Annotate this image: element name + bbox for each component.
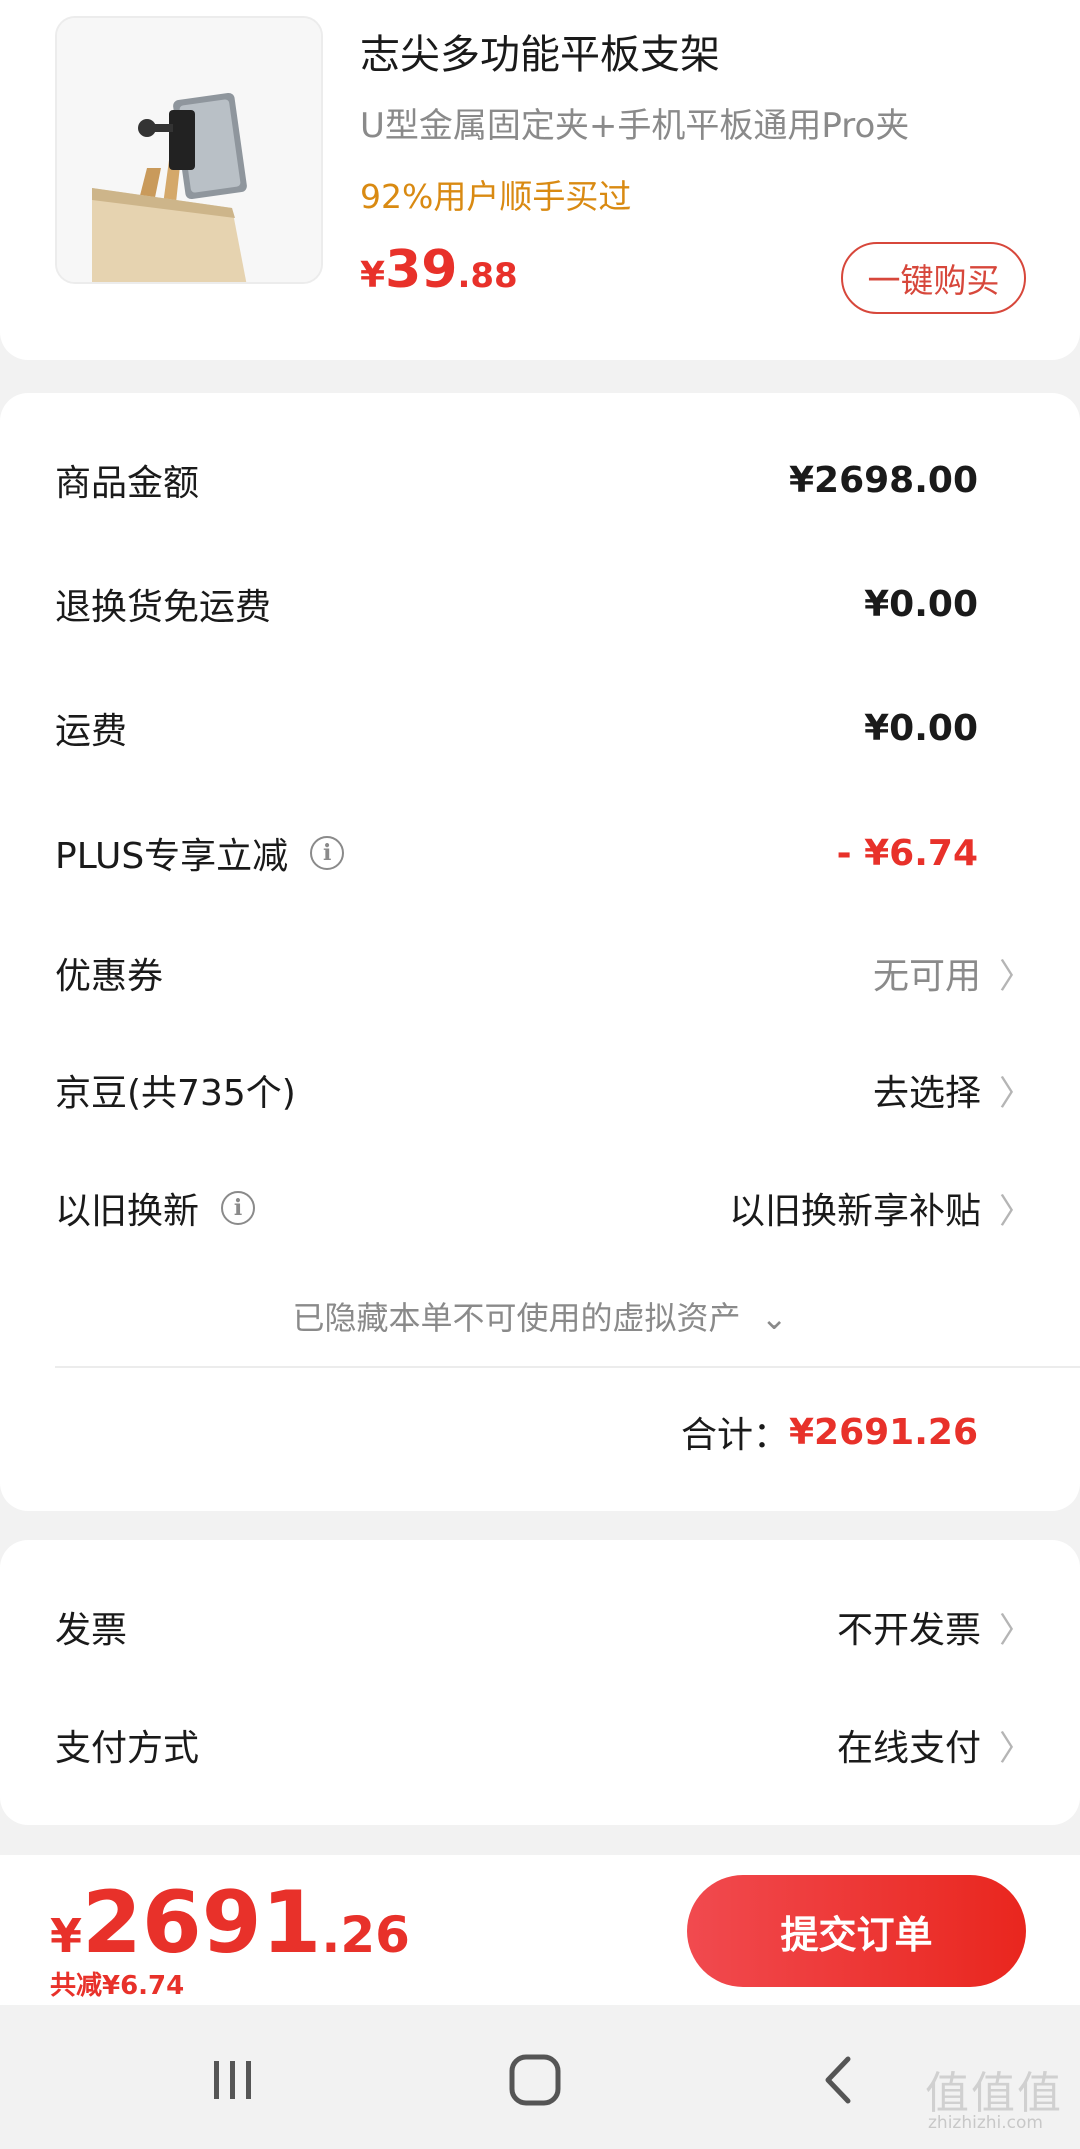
- row-label: 退换货免运费: [55, 587, 272, 628]
- row-plus-discount: PLUS专享立减 i - ¥6.74: [55, 818, 1025, 888]
- trade-in-value: 以旧换新享补贴: [728, 1191, 981, 1232]
- total-integer: 2691: [82, 1873, 322, 1973]
- price-integer: 39: [385, 240, 458, 300]
- row-shipping-fee: 运费 ¥0.00: [55, 693, 1025, 763]
- row-label: 优惠券: [55, 956, 164, 997]
- chevron-down-icon: ⌄: [760, 1299, 788, 1337]
- price-decimal: .88: [457, 256, 518, 296]
- payment-value: 在线支付: [836, 1728, 981, 1769]
- row-label: 京豆(共735个): [55, 1073, 296, 1114]
- watermark-logo: 值值值: [925, 2068, 1063, 2119]
- row-coupon[interactable]: 优惠券 无可用 〉: [55, 938, 1033, 1008]
- subtotal-label: 合计：: [680, 1415, 789, 1456]
- price-details-card: 商品金额 ¥2698.00 退换货免运费 ¥0.00 运费 ¥0.00 PLUS…: [0, 393, 1080, 1511]
- purchase-rate: 92%用户顺手买过: [360, 177, 632, 216]
- coupon-value: 无可用: [872, 956, 981, 997]
- subtotal: 合计： ¥2691.26: [681, 1406, 978, 1458]
- row-value: 去选择 〉: [872, 1064, 1033, 1116]
- system-nav-bar: 值值值 zhizhizhi.com: [0, 2005, 1080, 2149]
- product-title[interactable]: 志尖多功能平板支架: [360, 22, 720, 80]
- row-jd-beans[interactable]: 京豆(共735个) 去选择 〉: [55, 1055, 1033, 1125]
- row-return-shipping: 退换货免运费 ¥0.00: [55, 569, 1025, 639]
- row-value: 在线支付 〉: [836, 1719, 1033, 1771]
- chevron-right-icon: 〉: [999, 1610, 1033, 1651]
- submit-bar: ¥2691.26 共减¥6.74 提交订单: [0, 1855, 1080, 2005]
- home-icon[interactable]: [500, 2045, 570, 2115]
- row-label: PLUS专享立减 i: [55, 827, 345, 879]
- recent-apps-icon[interactable]: [198, 2045, 268, 2115]
- row-label: 支付方式: [55, 1728, 200, 1769]
- trade-in-label: 以旧换新: [55, 1191, 200, 1232]
- total-discount: 共减¥6.74: [50, 1971, 185, 2001]
- subtotal-amount: ¥2691.26: [788, 1411, 978, 1453]
- product-price: ¥39.88: [360, 240, 518, 300]
- row-value: ¥0.00: [864, 707, 978, 749]
- row-value: 以旧换新享补贴 〉: [728, 1182, 1033, 1234]
- chevron-right-icon: 〉: [999, 1073, 1033, 1114]
- divider: [55, 1366, 1080, 1368]
- one-click-buy-button[interactable]: 一键购买: [841, 242, 1026, 314]
- price-currency: ¥: [360, 255, 386, 296]
- product-card: 志尖多功能平板支架 U型金属固定夹+手机平板通用Pro夹 92%用户顺手买过 ¥…: [0, 0, 1080, 360]
- row-value: ¥0.00: [864, 583, 978, 625]
- invoice-value: 不开发票: [836, 1610, 981, 1651]
- info-icon[interactable]: i: [221, 1191, 256, 1225]
- total-decimal: .26: [321, 1906, 410, 1964]
- hidden-assets-text: 已隐藏本单不可使用的虚拟资产: [292, 1299, 741, 1337]
- chevron-right-icon: 〉: [999, 1191, 1033, 1232]
- jd-beans-value: 去选择: [872, 1073, 981, 1114]
- row-value: 不开发票 〉: [836, 1601, 1033, 1653]
- row-label: 以旧换新 i: [55, 1182, 256, 1234]
- product-subtitle: U型金属固定夹+手机平板通用Pro夹: [360, 106, 910, 146]
- row-value: 无可用 〉: [872, 947, 1033, 999]
- plus-discount-value: - ¥6.74: [836, 832, 978, 874]
- row-label: 运费: [55, 711, 128, 752]
- chevron-right-icon: 〉: [999, 956, 1033, 997]
- product-image[interactable]: [55, 16, 323, 284]
- info-icon[interactable]: i: [310, 836, 345, 870]
- row-label: 发票: [55, 1610, 128, 1651]
- row-goods-amount: 商品金额 ¥2698.00: [55, 445, 1025, 515]
- row-trade-in[interactable]: 以旧换新 i 以旧换新享补贴 〉: [55, 1173, 1033, 1243]
- hidden-assets-toggle[interactable]: 已隐藏本单不可使用的虚拟资产 ⌄: [0, 1293, 1080, 1339]
- submit-order-button[interactable]: 提交订单: [687, 1875, 1026, 1987]
- row-payment-method[interactable]: 支付方式 在线支付 〉: [55, 1710, 1033, 1780]
- back-icon[interactable]: [804, 2045, 874, 2115]
- order-total: ¥2691.26: [50, 1873, 410, 1973]
- row-label: 商品金额: [55, 463, 200, 504]
- invoice-payment-card: 发票 不开发票 〉 支付方式 在线支付 〉: [0, 1540, 1080, 1825]
- row-value: ¥2698.00: [788, 459, 978, 501]
- plus-discount-label: PLUS专享立减: [55, 836, 289, 877]
- watermark-url: zhizhizhi.com: [928, 2113, 1043, 2133]
- row-invoice[interactable]: 发票 不开发票 〉: [55, 1592, 1033, 1662]
- chevron-right-icon: 〉: [999, 1728, 1033, 1769]
- total-currency: ¥: [50, 1909, 83, 1963]
